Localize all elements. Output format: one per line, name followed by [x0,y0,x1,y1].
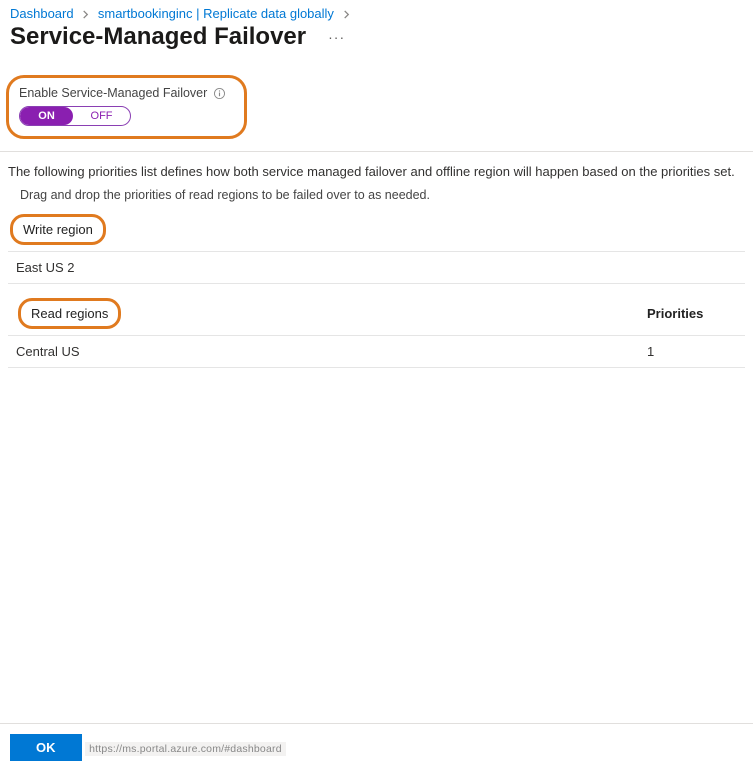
table-row[interactable]: Central US 1 [8,336,745,368]
toggle-on[interactable]: ON [20,107,73,125]
divider [0,151,753,152]
toggle-off[interactable]: OFF [73,107,130,125]
ok-button[interactable]: OK [10,734,82,761]
table-row[interactable]: East US 2 [8,251,745,284]
info-icon[interactable] [213,87,226,100]
breadcrumb: Dashboard smartbookinginc | Replicate da… [0,0,753,23]
read-regions-header: Read regions [18,298,121,329]
footer: OK https://ms.portal.azure.com/#dashboar… [0,723,753,765]
enable-failover-toggle[interactable]: ON OFF [19,106,131,126]
write-region-header: Write region [10,214,106,245]
chevron-right-icon [81,10,90,19]
enable-failover-highlight: Enable Service-Managed Failover ON OFF [6,75,247,139]
more-button[interactable]: ··· [324,25,349,49]
write-region-name: East US 2 [16,260,75,275]
breadcrumb-item-dashboard[interactable]: Dashboard [10,6,74,21]
priorities-header: Priorities [647,306,737,321]
page-title: Service-Managed Failover [10,23,306,51]
read-region-priority: 1 [647,344,737,359]
enable-failover-label: Enable Service-Managed Failover [19,86,207,100]
breadcrumb-item-replicate[interactable]: smartbookinginc | Replicate data globall… [98,6,334,21]
read-region-name: Central US [16,344,647,359]
subdescription-text: Drag and drop the priorities of read reg… [0,182,753,212]
description-text: The following priorities list defines ho… [0,162,753,182]
chevron-right-icon [342,10,351,19]
status-bar-url: https://ms.portal.azure.com/#dashboard [85,742,286,756]
